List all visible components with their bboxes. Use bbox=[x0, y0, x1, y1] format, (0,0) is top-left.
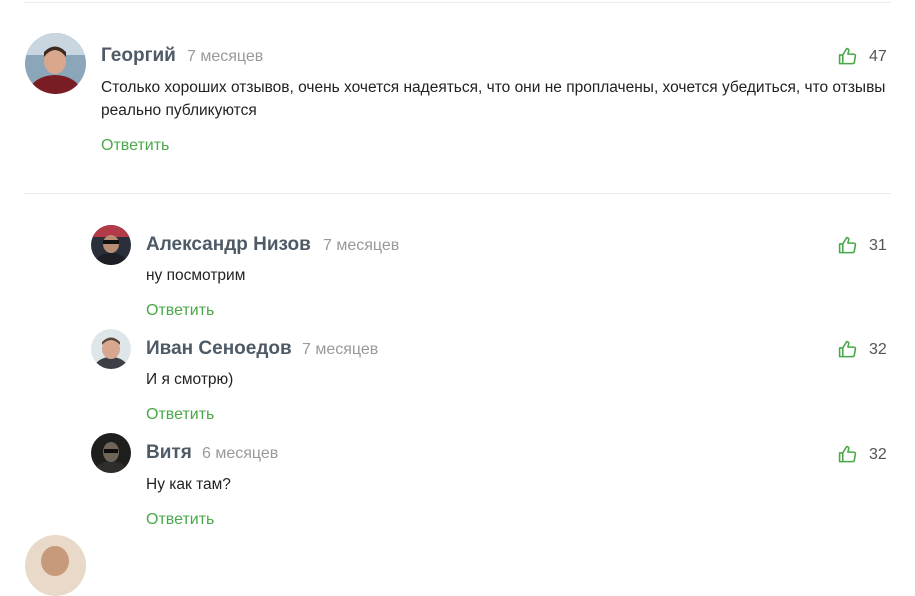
comment-time: 7 месяцев bbox=[187, 48, 264, 65]
reply-text: Ну как там? bbox=[146, 476, 231, 493]
reply-time: 7 месяцев bbox=[302, 341, 379, 358]
reply-author[interactable]: Витя bbox=[146, 442, 192, 464]
avatar[interactable] bbox=[91, 329, 131, 369]
reply-text: ну посмотрим bbox=[146, 267, 246, 284]
reply-button[interactable]: Ответить bbox=[146, 511, 214, 529]
comment-text: Столько хороших отзывов, очень хочется н… bbox=[101, 79, 886, 119]
reply-time: 6 месяцев bbox=[202, 445, 279, 462]
reply-button[interactable]: Ответить bbox=[101, 137, 169, 155]
reply-time: 7 месяцев bbox=[323, 237, 400, 254]
like-count: 31 bbox=[869, 236, 887, 254]
reply-author[interactable]: Иван Сеноедов bbox=[146, 338, 292, 360]
like-count: 47 bbox=[869, 47, 887, 65]
thumbs-up-icon[interactable] bbox=[838, 236, 857, 255]
reply-button[interactable]: Ответить bbox=[146, 406, 214, 424]
like-counter: 47 bbox=[838, 47, 887, 66]
reply-button[interactable]: Ответить bbox=[146, 302, 214, 320]
like-count: 32 bbox=[869, 445, 887, 463]
avatar[interactable] bbox=[25, 535, 86, 596]
like-counter: 31 bbox=[838, 236, 887, 255]
thumbs-up-icon[interactable] bbox=[838, 47, 857, 66]
thumbs-up-icon[interactable] bbox=[838, 445, 857, 464]
comment: Георгий 7 месяцев 47 Столько хороших отз… bbox=[0, 0, 915, 190]
thumbs-up-icon[interactable] bbox=[838, 340, 857, 359]
like-counter: 32 bbox=[838, 340, 887, 359]
like-counter: 32 bbox=[838, 445, 887, 464]
avatar[interactable] bbox=[25, 33, 86, 94]
like-count: 32 bbox=[869, 340, 887, 358]
avatar[interactable] bbox=[91, 433, 131, 473]
avatar[interactable] bbox=[91, 225, 131, 265]
comment-author[interactable]: Георгий bbox=[101, 45, 176, 67]
reply-author[interactable]: Александр Низов bbox=[146, 234, 311, 256]
section-divider bbox=[24, 193, 891, 194]
reply-text: И я смотрю) bbox=[146, 371, 234, 388]
